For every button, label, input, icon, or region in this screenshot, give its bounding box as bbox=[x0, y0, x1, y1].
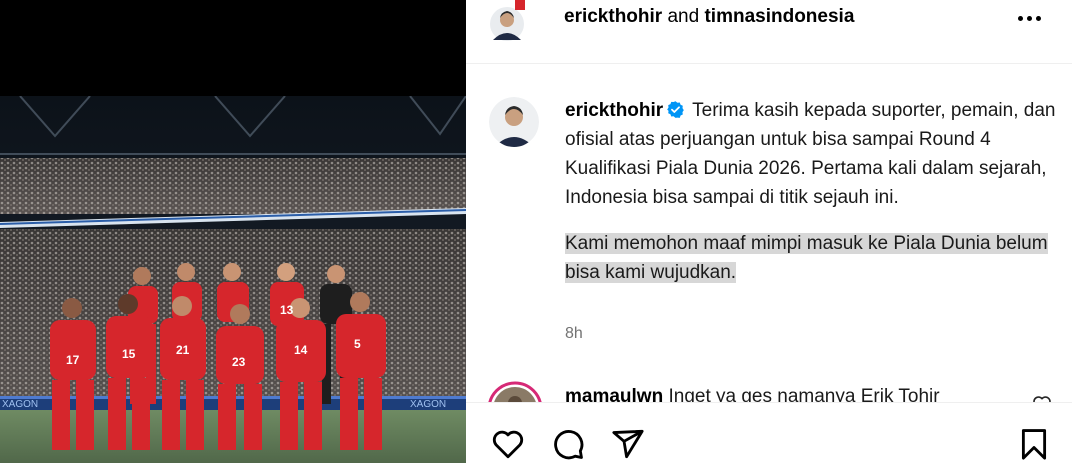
title-joiner: and bbox=[667, 6, 700, 27]
author-username[interactable]: erickthohir bbox=[564, 6, 662, 27]
comment-item: mamaulwn Inget ya ges namanya Erik Tohir bbox=[466, 378, 1072, 402]
comment-like-icon[interactable] bbox=[1032, 395, 1052, 402]
post-media[interactable]: 17 15 21 23 14 5 13 XAGON XAGON bbox=[0, 0, 466, 463]
more-options-icon[interactable] bbox=[1013, 8, 1045, 28]
team-photo: 17 15 21 23 14 5 13 XAGON XAGON bbox=[0, 96, 466, 463]
bookmark-icon[interactable] bbox=[1017, 427, 1051, 461]
post-timestamp[interactable]: 8h bbox=[565, 325, 583, 343]
caption-avatar[interactable] bbox=[489, 97, 539, 147]
svg-text:17: 17 bbox=[66, 353, 80, 367]
coauthor-username[interactable]: timnasindonesia bbox=[704, 6, 854, 27]
author-avatar[interactable] bbox=[489, 0, 525, 42]
svg-text:21: 21 bbox=[176, 343, 190, 357]
svg-text:14: 14 bbox=[294, 343, 308, 357]
caption-username[interactable]: erickthohir bbox=[565, 100, 663, 121]
post-panel: erickthohir and timnasindonesia ericktho… bbox=[466, 0, 1072, 463]
comment-body: Inget ya ges namanya Erik Tohir bbox=[668, 386, 940, 402]
svg-text:23: 23 bbox=[232, 355, 246, 369]
post-title: erickthohir and timnasindonesia bbox=[564, 6, 854, 28]
caption-text: erickthohir Terima kasih kepada suporter… bbox=[565, 96, 1057, 287]
comment-text: mamaulwn Inget ya ges namanya Erik Tohir bbox=[565, 386, 940, 402]
comment-username[interactable]: mamaulwn bbox=[565, 386, 663, 402]
svg-text:5: 5 bbox=[354, 337, 361, 351]
svg-text:15: 15 bbox=[122, 347, 136, 361]
svg-text:XAGON: XAGON bbox=[2, 399, 38, 410]
comment-icon[interactable] bbox=[551, 427, 585, 461]
heart-icon[interactable] bbox=[491, 427, 525, 461]
send-icon[interactable] bbox=[611, 427, 645, 461]
verified-badge-icon bbox=[667, 101, 685, 118]
svg-text:XAGON: XAGON bbox=[410, 399, 446, 410]
comment-avatar[interactable] bbox=[487, 381, 543, 402]
svg-text:13: 13 bbox=[280, 303, 294, 317]
action-bar bbox=[466, 402, 1072, 463]
post-header: erickthohir and timnasindonesia bbox=[466, 0, 1072, 64]
caption-paragraph-2: Kami memohon maaf mimpi masuk ke Piala D… bbox=[565, 233, 1048, 283]
